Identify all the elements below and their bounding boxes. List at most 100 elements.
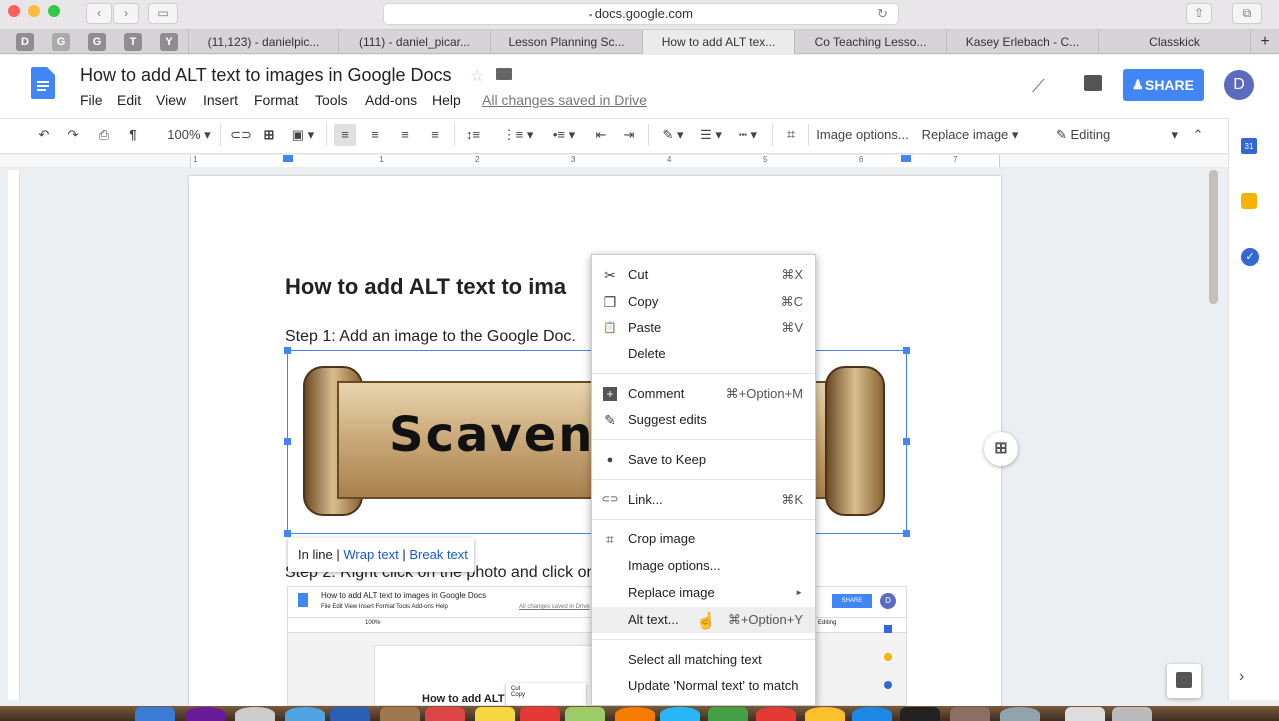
save-status[interactable]: All changes saved in Drive [482,92,647,108]
tab-classkick[interactable]: Classkick [1098,30,1250,54]
menu-view[interactable]: View [156,92,186,108]
sidebar-toggle-icon[interactable]: ▭ [148,3,178,24]
new-tab-button[interactable]: + [1250,30,1279,54]
border-weight-icon[interactable]: ☰ ▾ [694,124,728,146]
document-heading[interactable]: How to add ALT text to ima [285,274,566,300]
close-window-button[interactable] [8,5,20,17]
dock-app-icon[interactable] [135,707,175,721]
activity-icon[interactable]: ⟋ [1032,76,1045,97]
dock-app-icon[interactable] [520,707,560,721]
tab-kasey-erlebach[interactable]: Kasey Erlebach - C... [946,30,1098,54]
editing-mode-select[interactable]: ✎ Editing ▾ [1056,124,1186,146]
dock-app-icon[interactable] [1000,707,1040,721]
align-left-icon[interactable]: ≡ [334,124,356,146]
menu-item-paste[interactable]: 📋 Paste ⌘V [592,315,815,341]
image-options-button[interactable]: Image options... [815,124,910,146]
expand-panel-icon[interactable]: › [1239,668,1244,686]
dock-app-icon[interactable] [330,707,370,721]
tabs-overview-icon[interactable]: ⧉ [1232,3,1262,24]
tab-youtube[interactable]: (11,123) - danielpic... [188,30,338,54]
decrease-indent-icon[interactable]: ⇤ [590,124,612,146]
tasks-icon[interactable]: ✓ [1241,248,1259,266]
dock-app-icon[interactable] [660,707,700,721]
inline-option[interactable]: In line [298,547,333,562]
menu-item-suggest-edits[interactable]: ✎ Suggest edits [592,407,815,433]
resize-handle[interactable] [284,530,291,537]
menu-item-copy[interactable]: ❐ Copy ⌘C [592,289,815,315]
back-button[interactable]: ‹ [86,3,112,24]
pinned-tab-google[interactable]: G [52,33,70,51]
menu-addons[interactable]: Add-ons [365,92,417,108]
increase-indent-icon[interactable]: ⇥ [618,124,640,146]
keep-icon[interactable] [1241,193,1257,209]
dock-app-icon[interactable] [708,707,748,721]
star-icon[interactable]: ☆ [470,66,484,86]
paint-format-icon[interactable]: ¶ [123,124,143,146]
dock-app-icon[interactable] [756,707,796,721]
menu-item-crop-image[interactable]: ⌗ Crop image [592,526,815,552]
forward-button[interactable]: › [113,3,139,24]
justify-icon[interactable]: ≡ [424,124,446,146]
vertical-scrollbar[interactable] [1209,170,1218,304]
share-button[interactable]: ♟ SHARE [1123,69,1204,101]
docs-logo-icon[interactable] [31,67,55,99]
dock-app-icon[interactable] [285,707,325,721]
calendar-icon[interactable]: 31 [1241,138,1257,154]
print-icon[interactable]: ⎙ [94,124,114,146]
comments-icon[interactable] [1084,75,1102,91]
dock-app-icon[interactable] [900,707,940,721]
menu-insert[interactable]: Insert [203,92,238,108]
resize-handle[interactable] [903,438,910,445]
dock-app-icon[interactable] [235,707,275,721]
align-right-icon[interactable]: ≡ [394,124,416,146]
menu-item-link[interactable]: ⊂⊃ Link... ⌘K [592,487,815,513]
border-dash-icon[interactable]: ┅ ▾ [730,124,766,146]
line-spacing-icon[interactable]: ↕≡ [462,124,484,146]
collapse-toolbar-icon[interactable]: ⌃ [1188,124,1208,146]
menu-item-alt-text[interactable]: Alt text... ☝ ⌘+Option+Y [592,607,815,633]
minimize-window-button[interactable] [28,5,40,17]
explore-button[interactable] [1167,664,1201,698]
reload-icon[interactable]: ↻ [877,4,888,24]
dock-app-icon[interactable] [1065,707,1105,721]
dock-app-icon[interactable] [565,707,605,721]
resize-handle[interactable] [903,530,910,537]
right-indent-marker[interactable] [901,155,911,162]
menu-item-delete[interactable]: Delete [592,341,815,367]
menu-item-select-matching[interactable]: Select all matching text [592,647,815,673]
pinned-tab-t[interactable]: T [124,33,142,51]
dock-app-icon[interactable] [425,707,465,721]
dock-app-icon[interactable] [380,707,420,721]
tab-instagram[interactable]: (111) - daniel_picar... [338,30,490,54]
dock-trash-icon[interactable] [1112,707,1152,721]
pinned-tab-g[interactable]: G [88,33,106,51]
menu-file[interactable]: File [80,92,103,108]
menu-item-replace-image[interactable]: Replace image ► [592,580,815,606]
share-icon[interactable]: ⇧ [1186,3,1212,24]
dock-app-icon[interactable] [475,707,515,721]
add-comment-button[interactable]: ⊞ [984,432,1018,466]
replace-image-button[interactable]: Replace image ▾ [920,124,1020,146]
menu-edit[interactable]: Edit [117,92,141,108]
resize-handle[interactable] [284,438,291,445]
address-bar[interactable]: ▪ docs.google.com ↻ [383,3,899,25]
border-color-icon[interactable]: ✎ ▾ [656,124,690,146]
menu-item-cut[interactable]: ✂ Cut ⌘X [592,262,815,288]
menu-format[interactable]: Format [254,92,298,108]
menu-help[interactable]: Help [432,92,461,108]
menu-item-image-options[interactable]: Image options... [592,553,815,579]
pinned-tab-y[interactable]: Y [160,33,178,51]
insert-comment-icon[interactable]: ⊞ [258,124,280,146]
redo-icon[interactable]: ↷ [63,124,83,146]
step-1-text[interactable]: Step 1: Add an image to the Google Doc. [285,328,576,346]
break-text-option[interactable]: Break text [409,547,468,562]
resize-handle[interactable] [284,347,291,354]
ruler-scale[interactable]: 1 1 2 3 4 5 6 7 [190,155,1000,167]
tab-lesson-planning[interactable]: Lesson Planning Sc... [490,30,642,54]
avatar[interactable]: D [1224,70,1254,100]
undo-icon[interactable]: ↶ [34,124,54,146]
menu-item-save-to-keep[interactable]: ● Save to Keep [592,447,815,473]
dock-app-icon[interactable] [852,707,892,721]
dock-app-icon[interactable] [805,707,845,721]
left-indent-marker[interactable] [283,155,293,162]
